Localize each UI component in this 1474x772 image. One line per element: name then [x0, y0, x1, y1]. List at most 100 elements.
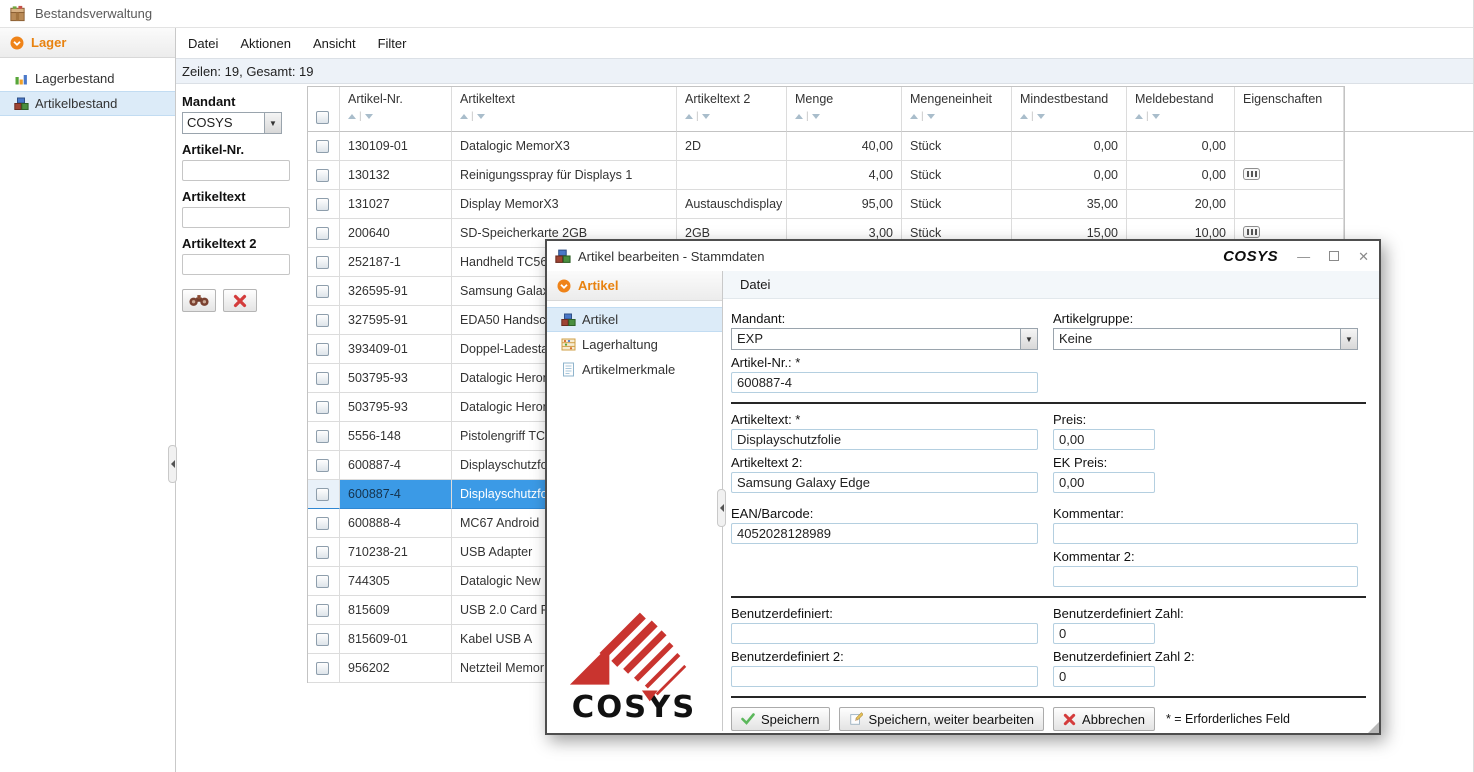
dialog-titlebar[interactable]: Artikel bearbeiten - Stammdaten COSYS — … [547, 241, 1379, 271]
table-row[interactable]: 131027 Display MemorX3 Austauschdisplay … [308, 190, 1344, 219]
chevron-down-icon[interactable]: ▼ [264, 113, 281, 133]
cell-eigenschaften[interactable] [1235, 161, 1344, 190]
cell-artikeltext2[interactable]: 2D [677, 132, 787, 161]
table-row[interactable]: 130132 Reinigungsspray für Displays 1 4,… [308, 161, 1344, 190]
menu-datei[interactable]: Datei [188, 36, 218, 51]
cell-artikelnr[interactable]: 600887-4 [340, 480, 452, 509]
cell-eigenschaften[interactable] [1235, 132, 1344, 161]
cell-artikelnr[interactable]: 393409-01 [340, 335, 452, 364]
cell-meldebestand[interactable]: 20,00 [1127, 190, 1235, 219]
sort-desc-icon[interactable] [365, 114, 373, 119]
minimize-button[interactable]: — [1297, 250, 1310, 263]
menu-aktionen[interactable]: Aktionen [240, 36, 291, 51]
sort-asc-icon[interactable] [910, 114, 918, 119]
sort-controls[interactable]: | [795, 111, 893, 122]
column-header-eigenschaften[interactable]: Eigenschaften [1235, 87, 1344, 132]
row-checkbox[interactable] [316, 604, 329, 617]
row-checkbox[interactable] [316, 488, 329, 501]
row-checkbox[interactable] [316, 633, 329, 646]
sort-asc-icon[interactable] [1135, 114, 1143, 119]
cell-artikelnr[interactable]: 600887-4 [340, 451, 452, 480]
filter-artikeltext2-input[interactable] [182, 254, 290, 275]
dialog-menu-datei[interactable]: Datei [740, 277, 770, 292]
cell-mindestbestand[interactable]: 0,00 [1012, 161, 1127, 190]
row-checkbox[interactable] [316, 401, 329, 414]
cell-menge[interactable]: 4,00 [787, 161, 902, 190]
resize-grip[interactable] [1368, 722, 1379, 733]
artikeltext-input[interactable] [731, 429, 1038, 450]
dialog-item-lagerhaltung[interactable]: Lagerhaltung [547, 332, 722, 357]
menu-ansicht[interactable]: Ansicht [313, 36, 356, 51]
dialog-item-artikel[interactable]: Artikel [547, 307, 722, 332]
mandant-select[interactable]: EXP ▼ [731, 328, 1038, 350]
sort-controls[interactable]: | [460, 111, 668, 122]
cell-artikelnr[interactable]: 5556-148 [340, 422, 452, 451]
filter-artikelnr-input[interactable] [182, 160, 290, 181]
chevron-down-icon[interactable]: ▼ [1340, 329, 1357, 349]
sort-controls[interactable]: | [1020, 111, 1118, 122]
artikelnr-input[interactable] [731, 372, 1038, 393]
sort-desc-icon[interactable] [812, 114, 820, 119]
cell-artikelnr[interactable]: 710238-21 [340, 538, 452, 567]
cell-meldebestand[interactable]: 0,00 [1127, 161, 1235, 190]
sort-controls[interactable]: | [1135, 111, 1226, 122]
cell-mindestbestand[interactable]: 0,00 [1012, 132, 1127, 161]
select-all-checkbox[interactable] [316, 111, 329, 124]
cell-artikelnr[interactable]: 327595-91 [340, 306, 452, 335]
sidebar-item-lagerbestand[interactable]: Lagerbestand [0, 66, 175, 91]
close-button[interactable]: ✕ [1358, 250, 1369, 263]
save-continue-button[interactable]: Speichern, weiter bearbeiten [839, 707, 1045, 731]
cell-artikelnr[interactable]: 815609-01 [340, 625, 452, 654]
sort-controls[interactable]: | [910, 111, 1003, 122]
cell-mengeneinheit[interactable]: Stück [902, 190, 1012, 219]
column-header-mindestbestand[interactable]: Mindestbestand| [1012, 87, 1127, 132]
column-header-artikeltext2[interactable]: Artikeltext 2| [677, 87, 787, 132]
row-checkbox[interactable] [316, 285, 329, 298]
sort-desc-icon[interactable] [702, 114, 710, 119]
ean-input[interactable] [731, 523, 1038, 544]
dialog-item-artikelmerkmale[interactable]: Artikelmerkmale [547, 357, 722, 382]
cell-mengeneinheit[interactable]: Stück [902, 161, 1012, 190]
benutzerdefiniert-input[interactable] [731, 623, 1038, 644]
cell-artikeltext[interactable]: Display MemorX3 [452, 190, 677, 219]
kommentar2-input[interactable] [1053, 566, 1358, 587]
benutzerdefiniert2-input[interactable] [731, 666, 1038, 687]
sort-asc-icon[interactable] [685, 114, 693, 119]
cell-artikelnr[interactable]: 744305 [340, 567, 452, 596]
sort-controls[interactable]: | [685, 111, 778, 122]
cell-artikelnr[interactable]: 130109-01 [340, 132, 452, 161]
properties-barcode-icon[interactable] [1243, 226, 1260, 238]
dialog-group-artikel[interactable]: Artikel [547, 271, 722, 301]
sort-controls[interactable]: | [348, 111, 443, 122]
menu-filter[interactable]: Filter [378, 36, 407, 51]
filter-artikeltext-input[interactable] [182, 207, 290, 228]
save-button[interactable]: Speichern [731, 707, 830, 731]
cell-menge[interactable]: 95,00 [787, 190, 902, 219]
sort-asc-icon[interactable] [1020, 114, 1028, 119]
cell-artikelnr[interactable]: 200640 [340, 219, 452, 248]
artikeltext2-input[interactable] [731, 472, 1038, 493]
cancel-button[interactable]: Abbrechen [1053, 707, 1155, 731]
cell-artikeltext[interactable]: Reinigungsspray für Displays 1 [452, 161, 677, 190]
cell-artikelnr[interactable]: 326595-91 [340, 277, 452, 306]
column-header-artikelnr[interactable]: Artikel-Nr.| [340, 87, 452, 132]
cell-artikelnr[interactable]: 503795-93 [340, 393, 452, 422]
column-header-meldebestand[interactable]: Meldebestand| [1127, 87, 1235, 132]
artikelgruppe-select[interactable]: Keine ▼ [1053, 328, 1358, 350]
cell-artikeltext[interactable]: Datalogic MemorX3 [452, 132, 677, 161]
kommentar-input[interactable] [1053, 523, 1358, 544]
sidebar-group-lager[interactable]: Lager [0, 28, 175, 58]
row-checkbox[interactable] [316, 372, 329, 385]
cell-artikelnr[interactable]: 131027 [340, 190, 452, 219]
clear-filter-button[interactable] [223, 289, 257, 312]
cell-artikeltext2[interactable]: Austauschdisplay [677, 190, 787, 219]
cell-menge[interactable]: 40,00 [787, 132, 902, 161]
row-checkbox[interactable] [316, 459, 329, 472]
row-checkbox[interactable] [316, 517, 329, 530]
row-checkbox[interactable] [316, 140, 329, 153]
sidebar-item-artikelbestand[interactable]: Artikelbestand [0, 91, 175, 116]
sort-desc-icon[interactable] [1037, 114, 1045, 119]
cell-artikelnr[interactable]: 252187-1 [340, 248, 452, 277]
row-checkbox[interactable] [316, 227, 329, 240]
row-checkbox[interactable] [316, 256, 329, 269]
